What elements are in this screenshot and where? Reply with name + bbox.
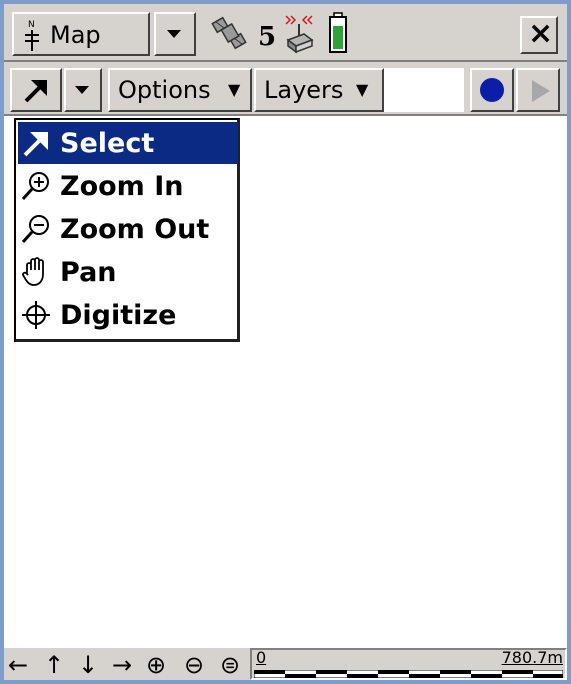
zoom-in-icon[interactable]: ⊕ [146,648,166,682]
section-dropdown-button[interactable] [154,12,196,56]
menu-item-label: Pan [60,256,117,288]
pan-right-icon[interactable]: → [112,648,132,682]
section-selector-button[interactable]: N Map [12,12,150,56]
arrow-icon [23,132,48,157]
zoom-out-icon[interactable]: ⊖ [184,648,204,682]
chevron-down-icon: ▼ [356,80,369,99]
zoom-extent-icon[interactable]: ⊜ [220,648,240,682]
arrow-icon [24,80,47,103]
scale-bar: 0 780.7m [250,648,567,680]
play-icon [532,80,550,102]
satellite-count: 5 [258,22,277,52]
menu-item-zoom-out[interactable]: Zoom Out [18,208,238,250]
satellite-icon[interactable] [210,14,252,54]
crosshair-icon [22,301,50,329]
section-label: Map [50,21,101,49]
toolbar: Options ▼ Layers ▼ [4,62,567,116]
tool-menu: Select Zoom In Zoom Out Pan Digitize [14,118,240,342]
menu-item-label: Zoom In [60,170,184,202]
tool-dropdown-button[interactable] [64,68,102,112]
chevron-down-icon: ▼ [228,80,241,99]
zoom-out-icon [21,215,49,244]
options-menu-button[interactable]: Options ▼ [108,68,252,112]
menu-item-zoom-in[interactable]: Zoom In [18,165,238,207]
play-button[interactable] [516,68,560,112]
menu-item-pan[interactable]: Pan [18,251,238,293]
chevron-down-icon [167,30,181,38]
north-arrow-icon: N [25,20,39,51]
scale-ruler [254,670,563,678]
scale-end-label: 780.7m [501,648,563,667]
pan-down-icon[interactable]: ↓ [78,648,98,682]
menu-item-label: Select [60,127,155,159]
scale-start-label: 0 [256,648,267,667]
svg-text:N: N [28,20,35,30]
active-tool-button[interactable] [10,68,62,112]
toolbar-blank-area [384,68,464,112]
zoom-in-icon [21,172,49,201]
menu-item-label: Digitize [60,299,177,331]
layers-label: Layers [264,76,344,104]
pan-left-icon[interactable]: ← [8,648,28,682]
menu-item-select[interactable]: Select [18,122,238,164]
gps-receiver-icon[interactable] [282,14,316,54]
layers-menu-button[interactable]: Layers ▼ [254,68,384,112]
close-button[interactable]: × [520,16,558,54]
record-dot-icon [480,78,504,102]
pan-up-icon[interactable]: ↑ [44,648,64,682]
options-label: Options [118,76,211,104]
bottom-bar: ← ↑ ↓ → ⊕ ⊖ ⊜ 0 780.7m [4,646,567,680]
hand-icon [22,257,44,286]
record-button[interactable] [470,68,514,112]
battery-icon[interactable] [328,12,348,54]
close-icon: × [528,16,554,51]
menu-item-label: Zoom Out [60,213,210,245]
menu-item-digitize[interactable]: Digitize [18,294,238,336]
title-bar: N Map 5 × [4,4,567,62]
chevron-down-icon [75,86,89,94]
